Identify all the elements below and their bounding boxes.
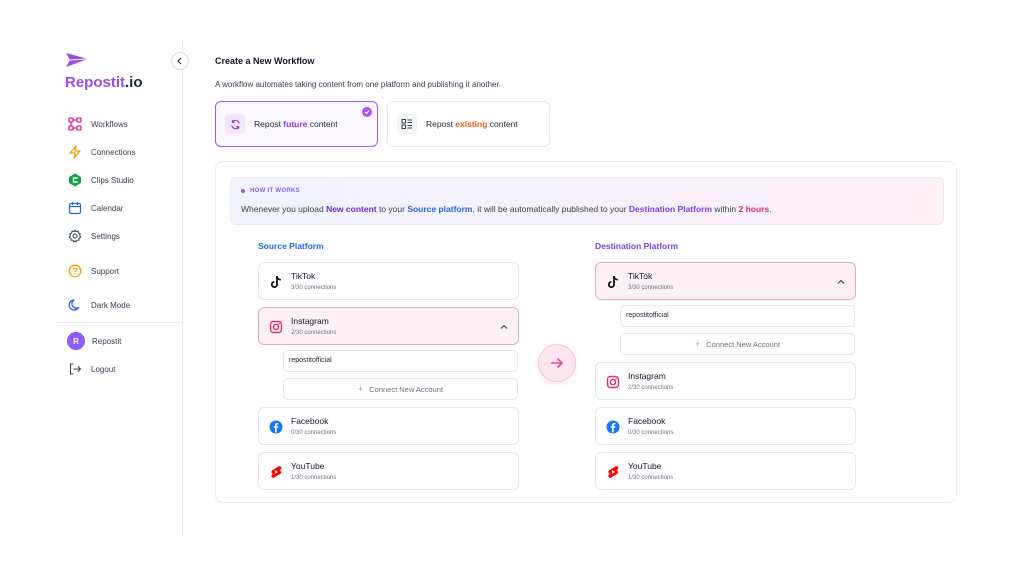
- sidebar-item-label: Workflows: [91, 119, 128, 129]
- how-it-works-tag: HOW IT WORKS: [241, 188, 300, 194]
- chevron-up-icon: [837, 279, 845, 284]
- logout-icon: [67, 361, 83, 377]
- workflow-icon: [67, 116, 83, 132]
- option-label: Repost future content: [254, 119, 338, 129]
- facebook-icon: [605, 419, 621, 435]
- page-title: Create a New Workflow: [215, 56, 315, 66]
- account-name: repostitofficial: [626, 312, 669, 319]
- repost-existing-option[interactable]: Repost existing content: [387, 101, 550, 147]
- destination-platform-instagram[interactable]: Instagram 2/30 connections: [595, 362, 856, 400]
- sidebar-item-calendar[interactable]: Calendar: [67, 198, 123, 218]
- platform-name: Facebook: [291, 416, 329, 426]
- connection-count: 0/30 connections: [628, 430, 674, 436]
- clips-studio-icon: [67, 172, 83, 188]
- sidebar-item-label: Connections: [91, 147, 136, 157]
- user-profile[interactable]: R Repostit: [67, 331, 121, 351]
- destination-platform-facebook[interactable]: Facebook 0/30 connections: [595, 407, 856, 445]
- tiktok-icon: [268, 274, 284, 290]
- checkmark-icon: [362, 107, 372, 117]
- sidebar-item-label: Settings: [91, 231, 120, 241]
- account-name: repostitofficial: [289, 357, 332, 364]
- plus-icon: +: [357, 384, 364, 394]
- sidebar: Repostit.io Workflows Connections Clips …: [55, 40, 189, 536]
- source-platform-title: Source Platform: [258, 241, 324, 251]
- chevron-up-icon: [500, 324, 508, 329]
- dot-icon: [241, 189, 245, 193]
- source-platform-youtube[interactable]: YouTube 1/30 connections: [258, 452, 519, 490]
- moon-icon: [67, 297, 83, 313]
- connection-count: 3/30 connections: [628, 285, 674, 291]
- page-description: A workflow automates taking content from…: [215, 80, 501, 89]
- connection-count: 2/30 connections: [628, 385, 674, 391]
- platform-name: YouTube: [628, 461, 662, 471]
- youtube-shorts-icon: [605, 464, 621, 480]
- source-platform-tiktok[interactable]: TikTok 3/30 connections: [258, 262, 519, 300]
- how-it-works-text: Whenever you upload New content to your …: [241, 204, 772, 214]
- how-it-works-banner: HOW IT WORKS Whenever you upload New con…: [230, 177, 944, 225]
- list-icon: [397, 114, 417, 134]
- sidebar-item-workflows[interactable]: Workflows: [67, 114, 128, 134]
- sidebar-item-clips-studio[interactable]: Clips Studio: [67, 170, 134, 190]
- brand-name: Repostit.io: [65, 74, 143, 91]
- connection-count: 2/30 connections: [291, 330, 337, 336]
- help-circle-icon: [67, 263, 83, 279]
- platform-name: Facebook: [628, 416, 666, 426]
- destination-platform-youtube[interactable]: YouTube 1/30 connections: [595, 452, 856, 490]
- sidebar-item-connections[interactable]: Connections: [67, 142, 135, 162]
- calendar-icon: [67, 200, 83, 216]
- destination-platform-title: Destination Platform: [595, 241, 679, 251]
- option-label: Repost existing content: [426, 119, 518, 129]
- source-platform-facebook[interactable]: Facebook 0/30 connections: [258, 407, 519, 445]
- facebook-icon: [268, 419, 284, 435]
- connection-count: 0/30 connections: [291, 430, 337, 436]
- flow-arrow: [538, 344, 576, 382]
- sidebar-item-label: Calendar: [91, 203, 124, 213]
- refresh-icon: [225, 114, 245, 134]
- plus-icon: +: [694, 339, 701, 349]
- platform-name: TikTok: [628, 271, 653, 281]
- account-item[interactable]: repostitofficial: [620, 305, 855, 327]
- sidebar-item-label: Support: [91, 266, 120, 276]
- logout-label: Logout: [91, 364, 116, 374]
- workflow-panel: HOW IT WORKS Whenever you upload New con…: [215, 161, 957, 503]
- destination-platform-tiktok[interactable]: TikTok 3/30 connections: [595, 262, 856, 300]
- account-item[interactable]: repostitofficial: [283, 350, 518, 372]
- youtube-shorts-icon: [268, 464, 284, 480]
- repost-future-option[interactable]: Repost future content: [215, 101, 378, 147]
- connection-count: 1/30 connections: [291, 475, 337, 481]
- arrow-right-icon: [550, 358, 563, 368]
- gear-icon: [67, 228, 83, 244]
- instagram-icon: [605, 374, 621, 390]
- platform-name: YouTube: [291, 461, 325, 471]
- platform-name: TikTok: [291, 271, 316, 281]
- connection-count: 3/30 connections: [291, 285, 337, 291]
- tiktok-icon: [605, 274, 621, 290]
- bolt-icon: [67, 144, 83, 160]
- paper-plane-icon: [66, 53, 89, 67]
- logo[interactable]: Repostit.io: [65, 52, 143, 91]
- avatar: R: [67, 332, 85, 350]
- user-name: Repostit: [92, 336, 122, 346]
- connection-count: 1/30 connections: [628, 475, 674, 481]
- sidebar-item-label: Clips Studio: [91, 175, 134, 185]
- connect-new-account-button[interactable]: + Connect New Account: [283, 378, 518, 400]
- platform-name: Instagram: [628, 371, 666, 381]
- sidebar-item-settings[interactable]: Settings: [67, 226, 120, 246]
- sidebar-item-support[interactable]: Support: [67, 261, 119, 281]
- sidebar-item-label: Dark Mode: [91, 300, 131, 310]
- chevron-left-icon: [177, 57, 182, 65]
- source-platform-instagram[interactable]: Instagram 2/30 connections: [258, 307, 519, 345]
- platform-name: Instagram: [291, 316, 329, 326]
- logout-button[interactable]: Logout: [67, 359, 115, 379]
- collapse-sidebar-button[interactable]: [171, 52, 189, 70]
- instagram-icon: [268, 319, 284, 335]
- connect-new-account-button[interactable]: + Connect New Account: [620, 333, 855, 355]
- dark-mode-toggle[interactable]: Dark Mode: [67, 295, 130, 315]
- sidebar-divider: [55, 322, 183, 323]
